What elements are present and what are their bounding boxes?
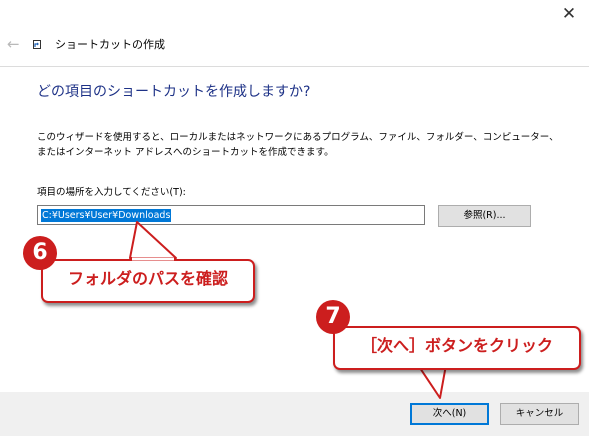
divider (0, 66, 589, 67)
back-arrow-icon[interactable]: ← (7, 37, 20, 52)
location-input[interactable]: C:¥Users¥User¥Downloads (37, 205, 425, 225)
next-button[interactable]: 次へ(N) (410, 403, 489, 425)
wizard-title: ショートカットの作成 (55, 38, 165, 51)
callout1-tail (129, 221, 177, 259)
shortcut-icon (33, 40, 41, 49)
step2-badge: 7 (316, 300, 350, 334)
location-label: 項目の場所を入力してください(T): (37, 187, 186, 198)
cancel-button[interactable]: キャンセル (500, 403, 579, 425)
step2-callout: ［次へ］ボタンをクリック (333, 326, 581, 370)
title-bar: ✕ ← ショートカットの作成 (0, 0, 589, 64)
browse-button[interactable]: 参照(R)... (438, 205, 531, 227)
step1-badge: 6 (23, 236, 57, 270)
location-input-selected-text: C:¥Users¥User¥Downloads (41, 209, 172, 222)
close-icon[interactable]: ✕ (557, 2, 581, 26)
page-heading: どの項目のショートカットを作成しますか? (37, 84, 311, 100)
wizard-description: このウィザードを使用すると、ローカルまたはネットワークにあるプログラム、ファイル… (37, 132, 559, 158)
step1-callout: フォルダのパスを確認 (41, 259, 255, 303)
